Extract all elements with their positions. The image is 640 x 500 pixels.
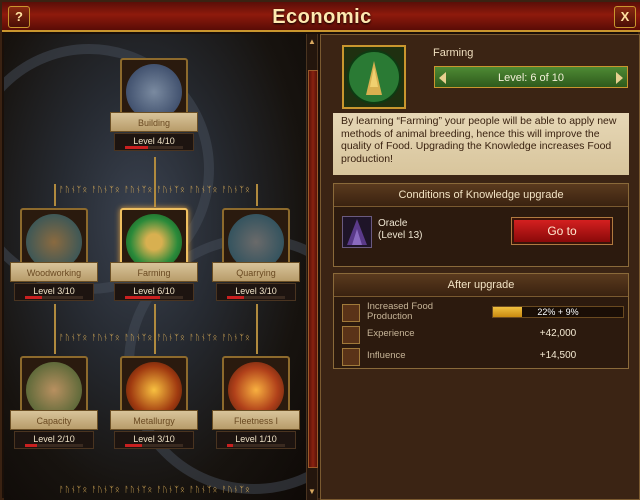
bonus-row-experience: Experience +42,000 — [342, 324, 624, 346]
food-progress-bar: 22% + 9% — [492, 306, 624, 318]
skill-level-box: Level 3/10 — [216, 283, 296, 301]
tree-connector — [154, 304, 156, 354]
tree-connector — [154, 157, 156, 207]
go-to-button[interactable]: Go to — [512, 218, 612, 244]
skill-level-box: Level 2/10 — [14, 431, 94, 449]
rune-row: ᚨᚢᚾᛉᛟ ᚨᚢᚾᛉᛟ ᚨᚢᚾᛉᛟ ᚨᚢᚾᛉᛟ ᚨᚢᚾᛉᛟ ᚨᚢᚾᛉᛟ — [59, 333, 251, 342]
conditions-title: Conditions of Knowledge upgrade — [334, 184, 628, 207]
skill-woodworking[interactable]: Woodworking Level 3/10 — [10, 208, 98, 301]
bonus-label: Influence — [367, 350, 406, 361]
knowledge-detail-panel: Farming Level: 6 of 10 By learning “Farm… — [320, 34, 640, 500]
skill-fleetness[interactable]: Fleetness I Level 1/10 — [212, 356, 300, 449]
skill-metallurgy[interactable]: Metallurgy Level 3/10 — [110, 356, 198, 449]
skill-farming[interactable]: Farming Level 6/10 — [110, 208, 198, 301]
required-building: Oracle (Level 13) — [378, 218, 422, 242]
skill-level: Level 3/10 — [33, 286, 75, 296]
arrow-right-icon — [616, 72, 623, 84]
window-frame: ? Economic X ᚨᚢᚾᛉᛟ ᚨᚢᚾᛉᛟ ᚨᚢᚾᛉᛟ ᚨᚢᚾᛉᛟ ᚨᚢᚾ… — [0, 0, 640, 500]
skill-label: Capacity — [10, 410, 98, 430]
oracle-icon — [342, 216, 372, 248]
skill-label: Farming — [110, 262, 198, 282]
skill-progress-bar — [25, 296, 83, 299]
after-upgrade-title: After upgrade — [334, 274, 628, 297]
skill-level: Level 3/10 — [133, 434, 175, 444]
farming-icon — [342, 45, 406, 109]
skill-progress-bar — [125, 146, 183, 149]
knowledge-name: Farming — [433, 47, 474, 59]
skill-label: Fleetness I — [212, 410, 300, 430]
skill-level: Level 4/10 — [133, 136, 175, 146]
bonus-value: +42,000 — [539, 328, 577, 339]
bonus-row-influence: Influence +14,500 — [342, 346, 624, 368]
arrow-left-icon — [439, 72, 446, 84]
knowledge-description: By learning “Farming” your people will b… — [333, 113, 629, 175]
building-name: Oracle — [378, 218, 408, 229]
upgrade-conditions: Conditions of Knowledge upgrade Oracle (… — [333, 183, 629, 267]
skill-capacity[interactable]: Capacity Level 2/10 — [10, 356, 98, 449]
experience-icon — [342, 326, 360, 344]
close-button[interactable]: X — [614, 6, 636, 28]
skill-level-box: Level 4/10 — [114, 133, 194, 151]
level-text: Level: 6 of 10 — [497, 72, 565, 84]
bonus-label: Experience — [367, 328, 415, 339]
bonus-label: Increased Food Production — [367, 301, 434, 322]
skill-level-box: Level 6/10 — [114, 283, 194, 301]
scroll-thumb[interactable] — [308, 70, 318, 468]
skill-level: Level 6/10 — [133, 286, 175, 296]
skill-level-box: Level 3/10 — [14, 283, 94, 301]
after-upgrade: After upgrade Increased Food Production … — [333, 273, 629, 369]
building-level: (Level 13) — [378, 230, 423, 241]
help-button[interactable]: ? — [8, 6, 30, 28]
skill-progress-bar — [125, 296, 183, 299]
skill-building[interactable]: Building Level 4/10 — [110, 58, 198, 151]
window-title: Economic — [272, 6, 372, 28]
level-banner: Level: 6 of 10 — [434, 66, 628, 88]
skill-label: Quarrying — [212, 262, 300, 282]
skill-level: Level 2/10 — [33, 434, 75, 444]
skill-progress-bar — [125, 444, 183, 447]
skill-label: Woodworking — [10, 262, 98, 282]
skill-level-box: Level 1/10 — [216, 431, 296, 449]
rune-row: ᚨᚢᚾᛉᛟ ᚨᚢᚾᛉᛟ ᚨᚢᚾᛉᛟ ᚨᚢᚾᛉᛟ ᚨᚢᚾᛉᛟ ᚨᚢᚾᛉᛟ — [59, 485, 251, 494]
bonus-row-food: Increased Food Production 22% + 9% — [342, 302, 624, 324]
skill-quarrying[interactable]: Quarrying Level 3/10 — [212, 208, 300, 301]
tree-connector — [54, 304, 56, 354]
skill-label: Building — [110, 112, 198, 132]
skill-progress-bar — [227, 444, 285, 447]
skill-level-box: Level 3/10 — [114, 431, 194, 449]
scroll-down-icon[interactable]: ▼ — [307, 486, 317, 498]
food-progress-value: 22% + 9% — [537, 307, 579, 317]
skill-label: Metallurgy — [110, 410, 198, 430]
skill-progress-bar — [25, 444, 83, 447]
skill-progress-bar — [227, 296, 285, 299]
rune-row: ᚨᚢᚾᛉᛟ ᚨᚢᚾᛉᛟ ᚨᚢᚾᛉᛟ ᚨᚢᚾᛉᛟ ᚨᚢᚾᛉᛟ ᚨᚢᚾᛉᛟ — [59, 185, 251, 194]
tree-connector — [256, 304, 258, 354]
skill-level: Level 3/10 — [235, 286, 277, 296]
skill-level: Level 1/10 — [235, 434, 277, 444]
title-bar: ? Economic X — [2, 2, 640, 32]
influence-icon — [342, 348, 360, 366]
bonus-value: +14,500 — [539, 350, 577, 361]
scroll-up-icon[interactable]: ▲ — [307, 36, 317, 48]
food-icon — [342, 304, 360, 322]
scrollbar[interactable]: ▲ ▼ — [306, 34, 318, 500]
skill-tree-panel[interactable]: ᚨᚢᚾᛉᛟ ᚨᚢᚾᛉᛟ ᚨᚢᚾᛉᛟ ᚨᚢᚾᛉᛟ ᚨᚢᚾᛉᛟ ᚨᚢᚾᛉᛟ ᚨᚢᚾᛉ… — [4, 34, 306, 500]
